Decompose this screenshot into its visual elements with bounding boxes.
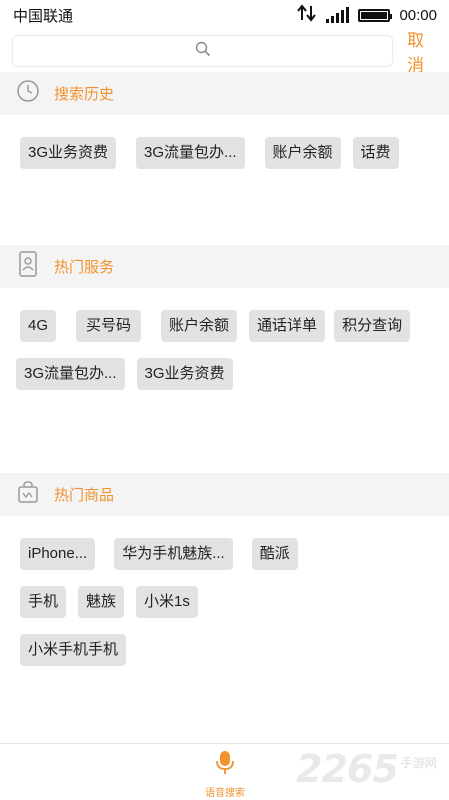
search-icon xyxy=(195,41,211,62)
section-header-products: 热门商品 xyxy=(0,473,449,516)
service-chip[interactable]: 3G流量包办... xyxy=(16,358,125,390)
service-chip[interactable]: 买号码 xyxy=(76,310,142,342)
product-chip[interactable]: 手机 xyxy=(20,586,67,618)
watermark-logo: 2265 手游网 xyxy=(296,749,437,789)
products-chip-list: iPhone... 华为手机魅族... 酷派 手机 魅族 小米1s 小米手机手机 xyxy=(20,538,440,666)
service-chip[interactable]: 积分查询 xyxy=(334,310,411,342)
status-indicators: 00:00 xyxy=(297,4,437,26)
product-chip[interactable]: 华为手机魅族... xyxy=(114,538,233,570)
carrier-name: 中国联通 xyxy=(13,7,74,25)
watermark-site: 手游网 xyxy=(400,756,437,770)
search-input[interactable] xyxy=(12,35,394,67)
section-title-services: 热门服务 xyxy=(54,259,115,276)
voice-search-label: 语音搜索 xyxy=(205,788,245,799)
status-bar: 中国联通 00:00 xyxy=(0,0,449,30)
clock-icon xyxy=(16,79,40,108)
product-chip[interactable]: 魅族 xyxy=(78,586,125,618)
microphone-icon xyxy=(215,750,235,781)
phone-card-icon xyxy=(16,251,40,282)
product-chip[interactable]: 小米1s xyxy=(136,586,198,618)
data-transfer-icon xyxy=(297,4,317,26)
history-chip[interactable]: 3G业务资费 xyxy=(20,137,117,169)
section-title-history: 搜索历史 xyxy=(54,86,115,103)
section-title-products: 热门商品 xyxy=(54,487,115,504)
signal-strength-icon xyxy=(326,7,350,23)
services-chip-list: 4G 买号码 账户余额 通话详单 积分查询 3G流量包办... 3G业务资费 xyxy=(16,310,440,390)
clock-time: 00:00 xyxy=(399,6,437,24)
voice-search-button[interactable]: 语音搜索 xyxy=(199,750,251,799)
service-chip[interactable]: 4G xyxy=(20,310,57,342)
history-chip[interactable]: 3G流量包办... xyxy=(136,137,245,169)
product-chip[interactable]: 酷派 xyxy=(251,538,298,570)
section-header-history: 搜索历史 xyxy=(0,72,449,115)
watermark-number: 2265 xyxy=(296,747,399,791)
battery-icon xyxy=(358,8,393,22)
history-chip[interactable]: 话费 xyxy=(352,137,399,169)
cancel-button[interactable]: 取消 xyxy=(407,26,441,76)
history-chip-list: 3G业务资费 3G流量包办... 账户余额 话费 xyxy=(20,137,440,169)
product-chip[interactable]: iPhone... xyxy=(20,538,96,570)
service-chip[interactable]: 通话详单 xyxy=(249,310,326,342)
service-chip[interactable]: 账户余额 xyxy=(161,310,238,342)
product-chip[interactable]: 小米手机手机 xyxy=(20,634,127,666)
search-row: 取消 xyxy=(0,30,449,75)
history-chip[interactable]: 账户余额 xyxy=(264,137,341,169)
service-chip[interactable]: 3G业务资费 xyxy=(136,358,233,390)
section-header-services: 热门服务 xyxy=(0,245,449,288)
shopping-bag-icon xyxy=(16,480,40,509)
